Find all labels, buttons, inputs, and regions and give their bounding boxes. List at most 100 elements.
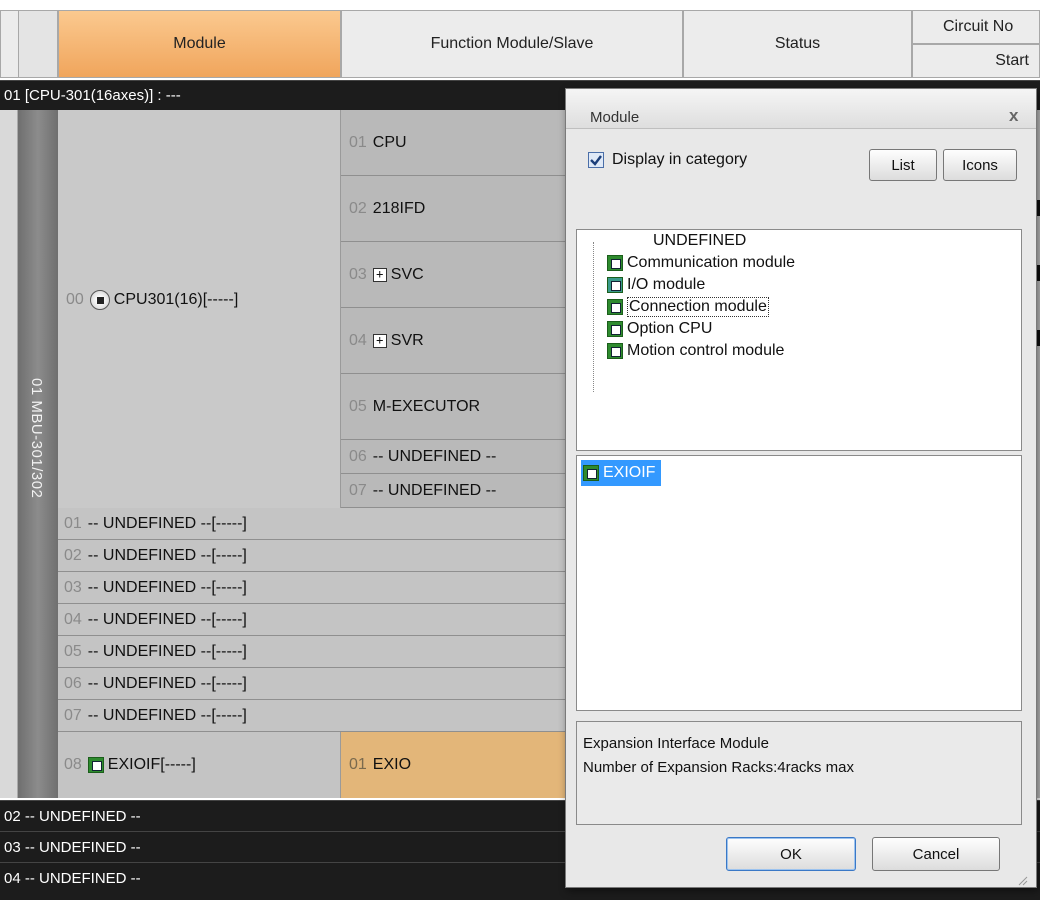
function-row[interactable]: 03 + SVC [341,242,571,308]
slot-label: -- UNDEFINED --[-----] [87,610,247,628]
function-row[interactable]: 01 CPU [341,110,571,176]
tree-item-label: UNDEFINED [653,232,747,249]
function-label: -- UNDEFINED -- [372,481,497,499]
dialog-title-bar[interactable]: Module x [566,89,1036,129]
icons-button-label: Icons [962,156,998,174]
motion-control-module-icon [607,343,623,359]
rack-01-title: 01 [CPU-301(16axes)] : --- [4,87,181,104]
slot-label: -- UNDEFINED --[-----] [87,674,247,692]
function-row[interactable]: 04 + SVR [341,308,571,374]
resize-grip-icon[interactable] [1016,873,1028,886]
cpu-slot-cell[interactable]: 00 CPU301(16)[-----] [58,110,341,508]
display-in-category-checkbox[interactable]: Display in category [588,151,747,169]
function-label: SVC [390,265,424,283]
function-number: 01 [349,756,367,773]
header-start[interactable]: Start [912,44,1040,78]
connection-module-icon [607,299,623,315]
slot-row[interactable]: 05 -- UNDEFINED --[-----] [58,636,571,668]
tree-item-communication[interactable]: Communication module [607,252,795,274]
function-label: CPU [372,133,407,151]
tree-item-label: Connection module [627,297,769,317]
cpu-slot-label: CPU301(16)[-----] [113,291,239,308]
description-panel: Expansion Interface Module Number of Exp… [576,721,1022,825]
list-button-label: List [891,156,915,174]
dialog-title: Module [590,109,640,126]
header-circuit-label: Circuit No [943,18,1014,35]
header-function-label: Function Module/Slave [430,35,594,52]
ok-button[interactable]: OK [726,837,856,871]
function-label: SVR [390,331,424,349]
module-list-panel[interactable]: EXIOIF [576,455,1022,711]
ok-button-label: OK [780,845,802,863]
slot-row[interactable]: 06 -- UNDEFINED --[-----] [58,668,571,700]
exio-function-cell[interactable]: 01 EXIO [341,732,571,798]
tree-item-label: Communication module [627,254,796,271]
function-number: 02 [349,199,367,217]
cancel-button[interactable]: Cancel [872,837,1000,871]
slot-number: 01 [64,514,82,532]
slot-row[interactable]: 03 -- UNDEFINED --[-----] [58,572,571,604]
tree-line [593,242,594,392]
header-function-module[interactable]: Function Module/Slave [341,10,683,78]
function-number: 07 [349,481,367,499]
rack-01-label: 01 MBU-301/302 [28,378,45,499]
tree-item-undefined[interactable]: UNDEFINED [607,230,795,252]
slot-number: 04 [64,610,82,628]
tree-item-label: I/O module [627,276,706,293]
category-tree-panel[interactable]: UNDEFINED Communication module I/O modul… [576,229,1022,451]
header-rack-col [18,10,58,78]
io-module-icon [607,277,623,293]
slot-row[interactable]: 04 -- UNDEFINED --[-----] [58,604,571,636]
header-start-label: Start [995,52,1029,69]
tree-item-io[interactable]: I/O module [607,274,795,296]
slot-row[interactable]: 02 -- UNDEFINED --[-----] [58,540,571,572]
left-gutter [0,110,18,798]
slot-number: 07 [64,706,82,724]
function-row[interactable]: 07 -- UNDEFINED -- [341,474,571,508]
header-status[interactable]: Status [683,10,912,78]
cancel-button-label: Cancel [912,845,960,863]
description-line: Number of Expansion Racks:4racks max [583,759,854,776]
tree-item-label: Motion control module [627,342,785,359]
header-module[interactable]: Module [58,10,341,78]
slot-label: -- UNDEFINED --[-----] [87,706,247,724]
function-number: 06 [349,447,367,465]
function-row[interactable]: 06 -- UNDEFINED -- [341,440,571,474]
close-icon[interactable]: x [1009,106,1018,126]
slot-number: 03 [64,578,82,596]
header-circuit-no[interactable]: Circuit No [912,10,1040,44]
connection-module-icon [87,757,104,773]
module-dialog: Module x Display in category List Icons … [565,88,1037,888]
module-list-item-label: EXIOIF [603,464,656,481]
slot-row[interactable]: 07 -- UNDEFINED --[-----] [58,700,571,732]
icons-button[interactable]: Icons [943,149,1017,181]
cpu-module-icon [89,290,110,310]
tree-item-connection[interactable]: Connection module [607,296,795,318]
function-number: 03 [349,265,367,283]
rack-01-side: 01 MBU-301/302 [18,110,58,798]
exio-slot-cell[interactable]: 08 EXIOIF[-----] [58,732,341,798]
slot-number: 08 [64,756,82,773]
rack-label: 02 -- UNDEFINED -- [4,807,141,825]
slot-row[interactable]: 01 -- UNDEFINED --[-----] [58,508,571,540]
option-cpu-icon [607,321,623,337]
bottom-strip [0,893,1040,900]
slot-number: 05 [64,642,82,660]
function-row[interactable]: 02 218IFD [341,176,571,242]
expand-icon[interactable]: + [372,333,387,348]
cpu-slot-number: 00 [66,291,84,308]
module-list-item-exioif[interactable]: EXIOIF [581,460,662,486]
function-row[interactable]: 05 M-EXECUTOR [341,374,571,440]
slot-label: -- UNDEFINED --[-----] [87,546,247,564]
display-in-category-label: Display in category [612,151,748,168]
tree-item-motion-control[interactable]: Motion control module [607,340,795,362]
list-button[interactable]: List [869,149,937,181]
tree-item-option-cpu[interactable]: Option CPU [607,318,795,340]
checkbox-checked-icon[interactable] [588,152,604,168]
header-status-label: Status [774,35,821,52]
function-number: 04 [349,331,367,349]
slot-number: 06 [64,674,82,692]
exio-slot-label: EXIOIF[-----] [107,756,196,773]
expand-icon[interactable]: + [372,267,387,282]
rack-label: 04 -- UNDEFINED -- [4,869,141,887]
